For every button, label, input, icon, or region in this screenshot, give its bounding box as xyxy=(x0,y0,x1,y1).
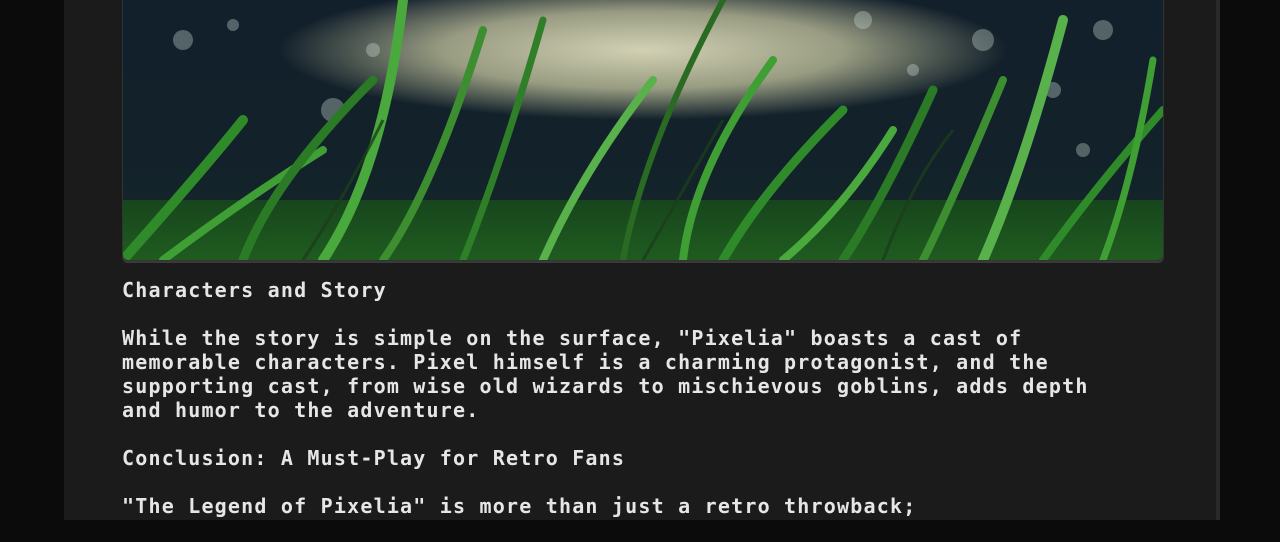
hero-image xyxy=(122,0,1164,261)
article-content: Characters and Story While the story is … xyxy=(122,278,1122,542)
conclusion-paragraph: "The Legend of Pixelia" is more than jus… xyxy=(122,494,917,518)
article-page: Characters and Story While the story is … xyxy=(64,0,1216,520)
page-scrollbar[interactable] xyxy=(1216,0,1220,520)
section-heading: Characters and Story xyxy=(122,278,387,302)
grass-photo-icon xyxy=(123,0,1163,260)
section-paragraph: While the story is simple on the surface… xyxy=(122,326,1089,422)
conclusion-heading: Conclusion: A Must-Play for Retro Fans xyxy=(122,446,626,470)
